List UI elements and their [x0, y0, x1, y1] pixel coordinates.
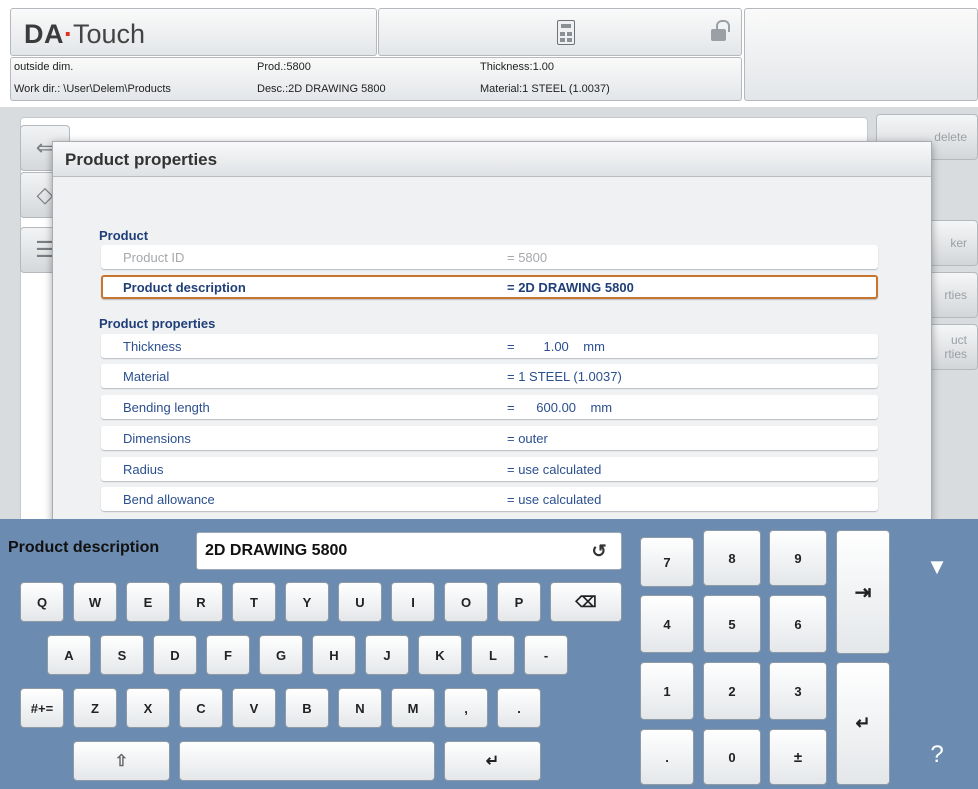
space-key[interactable] — [179, 741, 435, 781]
num-2[interactable]: 2 — [703, 662, 761, 720]
key-j[interactable]: J — [365, 635, 409, 675]
key-o[interactable]: O — [444, 582, 488, 622]
row-product-description[interactable]: Product description = 2D DRAWING 5800 — [101, 275, 878, 299]
key-x[interactable]: X — [126, 688, 170, 728]
key-f[interactable]: F — [206, 635, 250, 675]
key-q[interactable]: Q — [20, 582, 64, 622]
num-9[interactable]: 9 — [769, 530, 827, 586]
section-product: Product — [99, 228, 149, 243]
input-label: Product description — [8, 539, 160, 556]
key-r[interactable]: R — [179, 582, 223, 622]
key-comma[interactable]: , — [444, 688, 488, 728]
num-7[interactable]: 7 — [640, 537, 694, 587]
key-c[interactable]: C — [179, 688, 223, 728]
app-logo: DA·Touch — [24, 19, 146, 49]
key-m[interactable]: M — [391, 688, 435, 728]
key-y[interactable]: Y — [285, 582, 329, 622]
key-h[interactable]: H — [312, 635, 356, 675]
key-a[interactable]: A — [47, 635, 91, 675]
num-plus-minus[interactable]: ± — [769, 729, 827, 785]
row-radius[interactable]: Radius = use calculated — [101, 457, 878, 481]
key-v[interactable]: V — [232, 688, 276, 728]
dialog-title: Product properties — [53, 142, 931, 177]
num-0[interactable]: 0 — [703, 729, 761, 785]
num-1[interactable]: 1 — [640, 662, 694, 720]
material-info: Material:1 STEEL (1.0037) — [480, 83, 610, 95]
key-i[interactable]: I — [391, 582, 435, 622]
work-dir: Work dir.: \User\Delem\Products — [14, 83, 171, 95]
product-desc: Desc.:2D DRAWING 5800 — [257, 83, 386, 95]
key-n[interactable]: N — [338, 688, 382, 728]
num-6[interactable]: 6 — [769, 595, 827, 653]
row-product-id: Product ID = 5800 — [101, 245, 878, 269]
calculator-icon[interactable] — [557, 20, 575, 45]
header: DA·Touch outside dim. Work dir.: \User\D… — [0, 0, 978, 107]
row-dimensions[interactable]: Dimensions = outer — [101, 426, 878, 450]
backspace-key[interactable]: ⌫ — [550, 582, 622, 622]
symbols-key[interactable]: #+= — [20, 688, 64, 728]
key-period[interactable]: . — [497, 688, 541, 728]
help-icon[interactable]: ? — [920, 741, 954, 769]
product-number: Prod.:5800 — [257, 61, 311, 73]
tab-key[interactable]: ⇥ — [836, 530, 890, 654]
num-5[interactable]: 5 — [703, 595, 761, 653]
row-bend-allowance[interactable]: Bend allowance = use calculated — [101, 487, 878, 511]
key-p[interactable]: P — [497, 582, 541, 622]
dimension-mode: outside dim. — [14, 61, 74, 73]
key-b[interactable]: B — [285, 688, 329, 728]
enter-key[interactable]: ↵ — [444, 741, 541, 781]
key-e[interactable]: E — [126, 582, 170, 622]
num-4[interactable]: 4 — [640, 595, 694, 653]
product-properties-dialog: Product properties Product Product ID = … — [52, 141, 932, 527]
row-material[interactable]: Material = 1 STEEL (1.0037) — [101, 364, 878, 388]
key-s[interactable]: S — [100, 635, 144, 675]
key-w[interactable]: W — [73, 582, 117, 622]
num-decimal[interactable]: . — [640, 729, 694, 785]
status-panel — [744, 8, 978, 101]
key-z[interactable]: Z — [73, 688, 117, 728]
key-l[interactable]: L — [471, 635, 515, 675]
row-bending-length[interactable]: Bending length = 600.00 mm — [101, 395, 878, 419]
key-u[interactable]: U — [338, 582, 382, 622]
collapse-keyboard-icon[interactable]: ▼ — [920, 554, 954, 580]
thickness-info: Thickness:1.00 — [480, 61, 554, 73]
key-d[interactable]: D — [153, 635, 197, 675]
key-dash[interactable]: - — [524, 635, 568, 675]
section-product-properties: Product properties — [99, 316, 216, 331]
undo-icon[interactable]: ↺ — [583, 536, 615, 566]
num-3[interactable]: 3 — [769, 662, 827, 720]
num-8[interactable]: 8 — [703, 530, 761, 586]
description-input[interactable]: 2D DRAWING 5800 ↺ — [196, 532, 622, 570]
shift-key[interactable]: ⇧ — [73, 741, 170, 781]
on-screen-keyboard: Product description 2D DRAWING 5800 ↺ Q … — [0, 519, 978, 789]
key-k[interactable]: K — [418, 635, 462, 675]
numpad-enter-key[interactable]: ↵ — [836, 662, 890, 785]
unlocked-icon[interactable] — [711, 20, 730, 41]
key-g[interactable]: G — [259, 635, 303, 675]
key-t[interactable]: T — [232, 582, 276, 622]
row-thickness[interactable]: Thickness = 1.00 mm — [101, 334, 878, 358]
